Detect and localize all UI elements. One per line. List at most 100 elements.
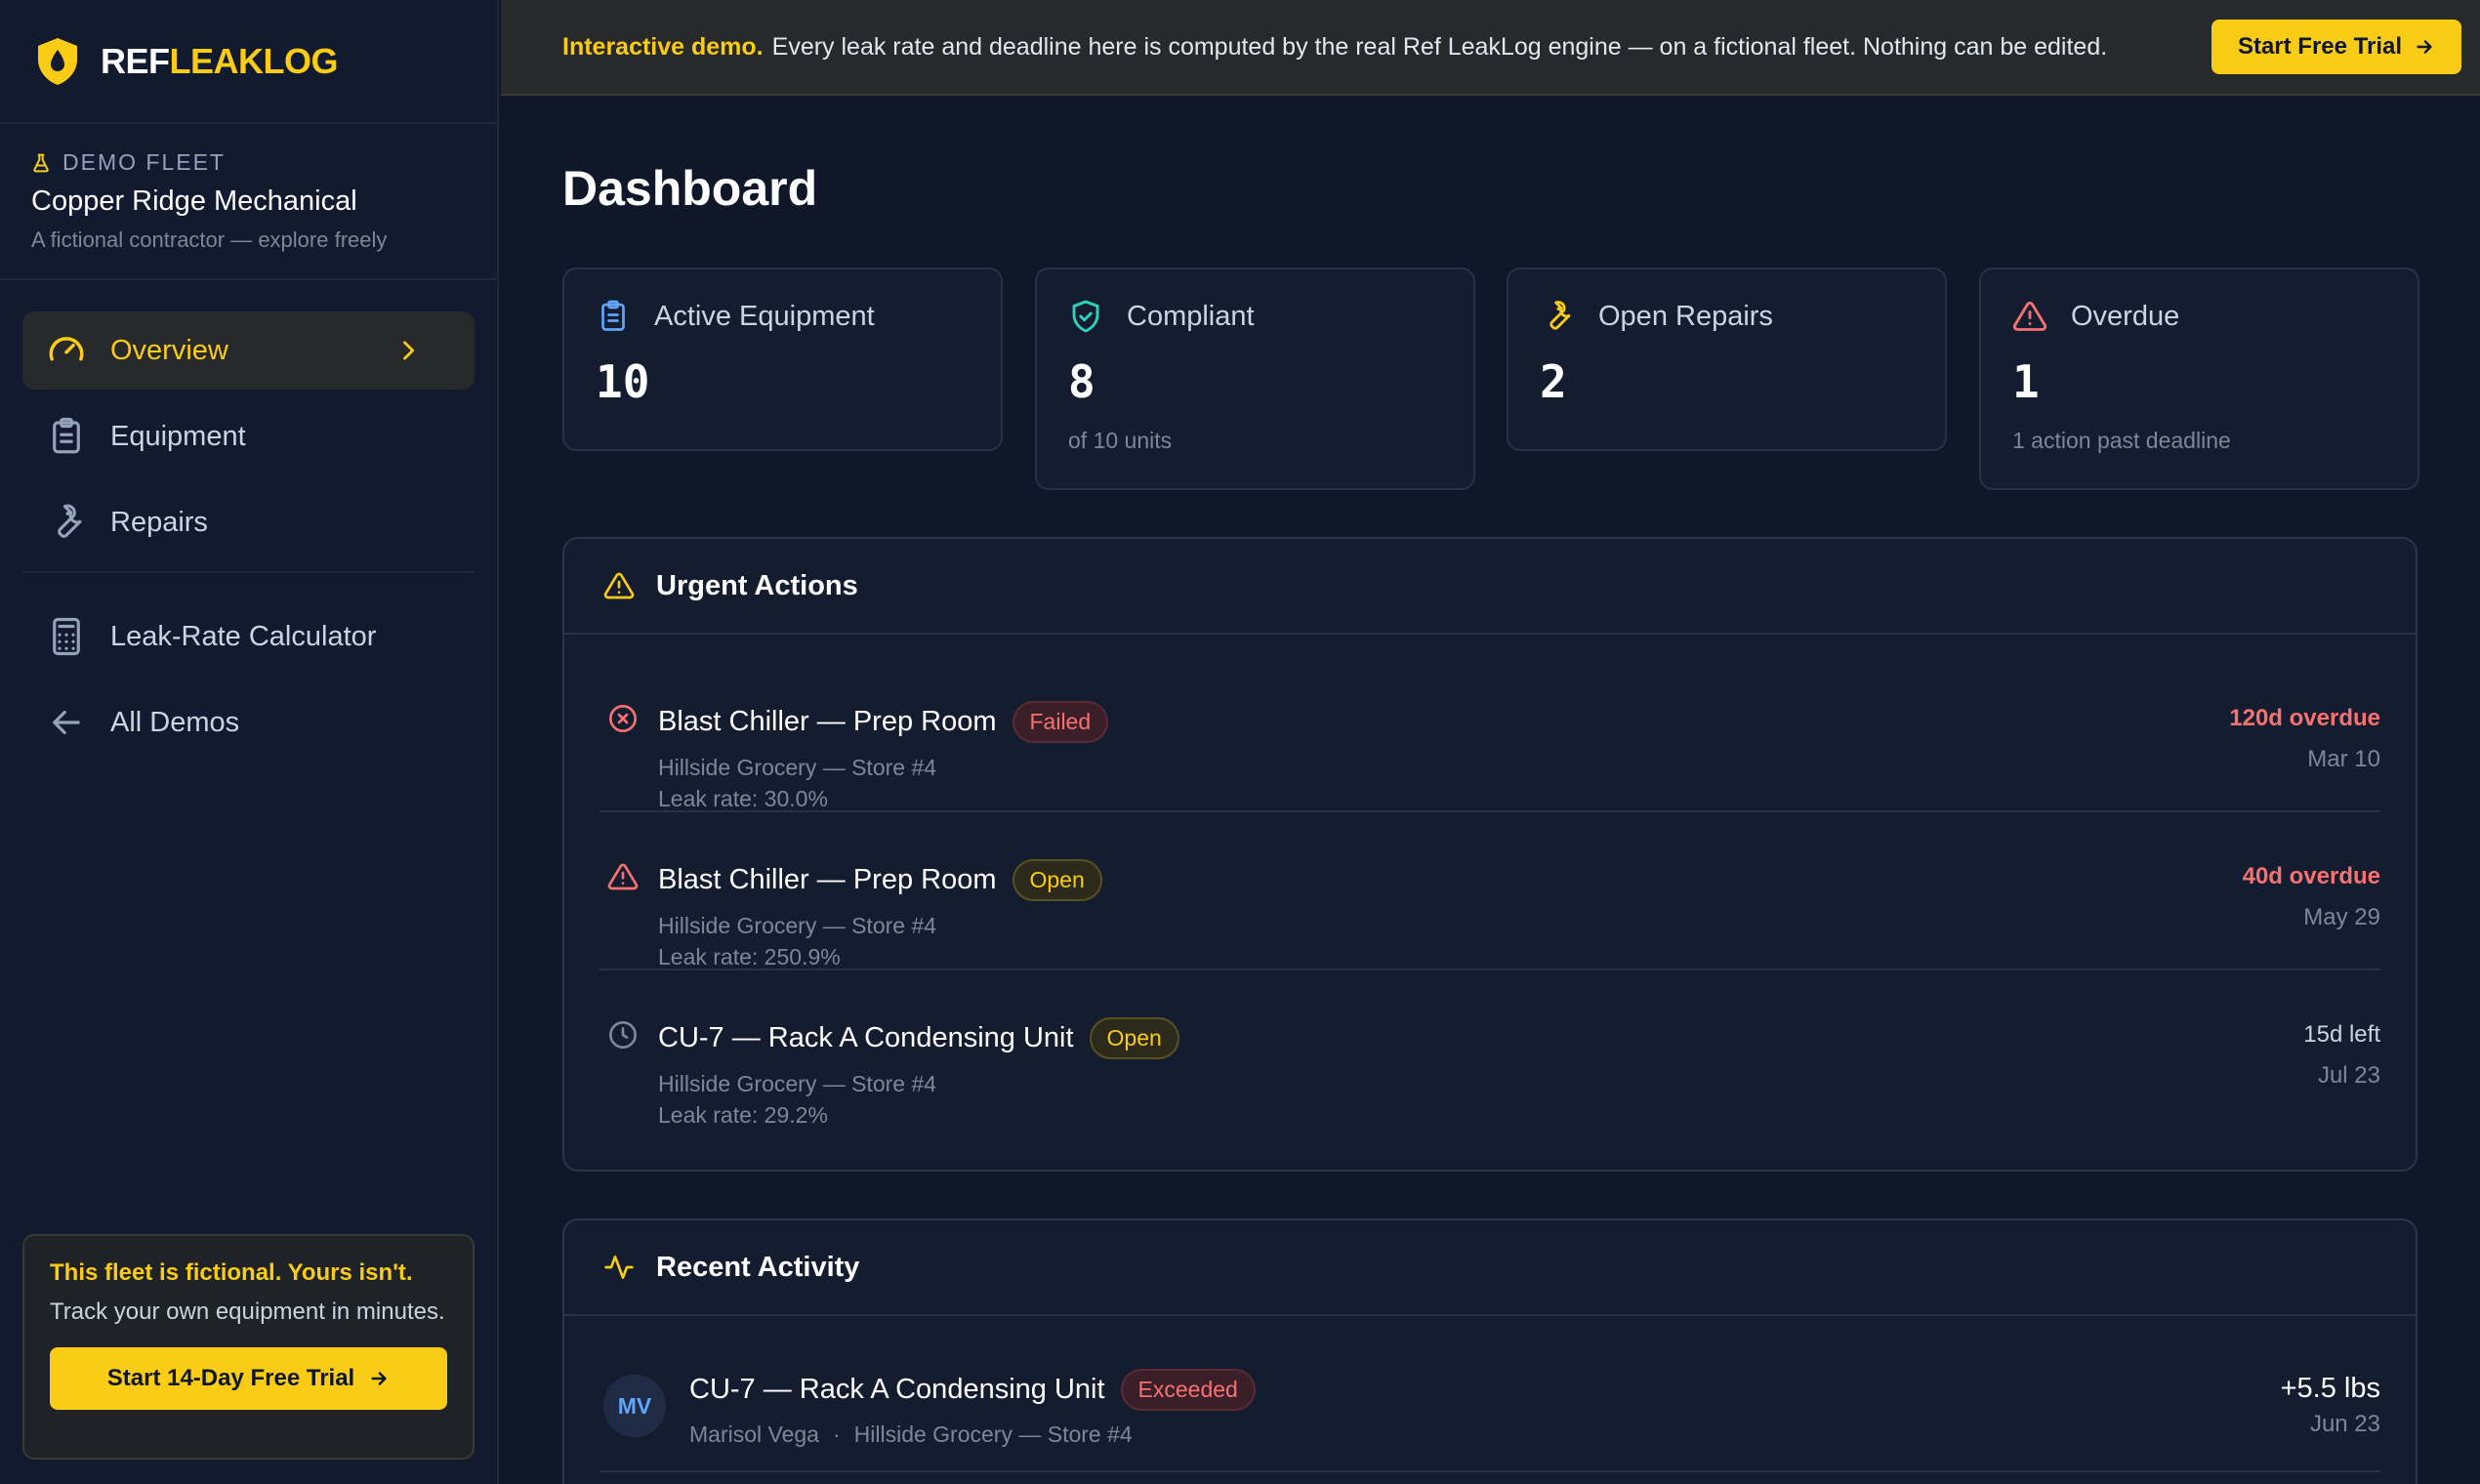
recent-activity-panel: Recent Activity MV CU-7 — Rack A Condens… bbox=[562, 1218, 2418, 1484]
stat-card-open-repairs[interactable]: Open Repairs 2 bbox=[1507, 268, 1947, 451]
clipboard-icon bbox=[46, 416, 110, 457]
stat-value: 1 bbox=[2012, 355, 2040, 408]
nav-divider bbox=[22, 571, 475, 573]
clipboard-icon bbox=[596, 299, 654, 334]
action-title: CU-7 — Rack A Condensing Unit Open bbox=[658, 1017, 1179, 1059]
activity-title: CU-7 — Rack A Condensing Unit Exceeded bbox=[689, 1369, 1256, 1411]
activity-user: Marisol Vega bbox=[689, 1422, 819, 1447]
sidebar-item-label: Overview bbox=[110, 334, 228, 366]
avatar: MV bbox=[603, 1375, 666, 1437]
urgent-action-item[interactable]: Blast Chiller — Prep Room Failed Hillsid… bbox=[599, 654, 2380, 812]
action-title: Blast Chiller — Prep Room Failed bbox=[658, 701, 1109, 743]
alert-triangle-icon bbox=[607, 861, 639, 892]
activity-item[interactable]: MV CU-7 — Rack A Condensing Unit Exceede… bbox=[599, 1316, 2380, 1472]
action-site: Hillside Grocery — Store #4 bbox=[658, 913, 937, 938]
action-deadline: 120d overdue Mar 10 bbox=[2229, 705, 2380, 773]
sidebar-item-label: Leak-Rate Calculator bbox=[110, 620, 377, 652]
action-title-text: Blast Chiller — Prep Room bbox=[658, 864, 997, 895]
banner-text: Every leak rate and deadline here is com… bbox=[771, 32, 2108, 61]
sidebar-item-label: All Demos bbox=[110, 706, 240, 738]
arrow-right-icon bbox=[2402, 36, 2435, 58]
stat-label: Active Equipment bbox=[654, 300, 875, 332]
start-free-trial-button[interactable]: Start Free Trial bbox=[2211, 20, 2461, 74]
sidebar-item-overview[interactable]: Overview bbox=[22, 311, 475, 390]
start-trial-button[interactable]: Start 14-Day Free Trial bbox=[50, 1347, 447, 1410]
action-leak-rate: Leak rate: 250.9% bbox=[658, 944, 841, 969]
urgent-actions-panel: Urgent Actions Blast Chiller — Prep Room… bbox=[562, 537, 2418, 1172]
start-trial-button-label: Start 14-Day Free Trial bbox=[106, 1365, 355, 1391]
activity-meta: Marisol Vega · Hillside Grocery — Store … bbox=[689, 1422, 1133, 1448]
stat-sub: 1 action past deadline bbox=[2012, 428, 2231, 453]
fleet-subtitle: A fictional contractor — explore freely bbox=[31, 227, 388, 252]
action-leak-rate: Leak rate: 29.2% bbox=[658, 1102, 828, 1128]
stats-row: Active Equipment 10 Compliant 8 of 10 un… bbox=[562, 268, 2419, 492]
due-status: 40d overdue bbox=[2242, 863, 2380, 889]
sidebar-item-all-demos[interactable]: All Demos bbox=[22, 683, 475, 762]
sidebar-nav: Overview Equipment Repairs Leak-Rate Cal… bbox=[0, 280, 497, 762]
stat-head: Open Repairs bbox=[1540, 299, 1914, 334]
clock-icon bbox=[607, 1019, 639, 1051]
fleet-tag-label: DEMO FLEET bbox=[62, 149, 226, 175]
banner-strong-text: Interactive demo. bbox=[562, 32, 764, 61]
activity-amount: +5.5 lbs bbox=[2280, 1373, 2380, 1404]
action-title-text: CU-7 — Rack A Condensing Unit bbox=[658, 1022, 1074, 1053]
status-badge: Open bbox=[1089, 1017, 1179, 1059]
activity-date: Jun 23 bbox=[2309, 1411, 2380, 1437]
due-status: 120d overdue bbox=[2229, 705, 2380, 731]
status-badge: Open bbox=[1012, 859, 1102, 901]
due-date: Jul 23 bbox=[2317, 1062, 2380, 1089]
panel-title: Recent Activity bbox=[656, 1251, 860, 1283]
panel-header: Urgent Actions bbox=[564, 539, 2416, 635]
brand-name: REFLEAKLOG bbox=[101, 41, 338, 82]
demo-banner: Interactive demo. Every leak rate and de… bbox=[501, 0, 2480, 96]
action-meta: Hillside Grocery — Store #4 Leak rate: 2… bbox=[658, 910, 936, 972]
action-leak-rate: Leak rate: 30.0% bbox=[658, 786, 828, 811]
stat-card-active-equipment[interactable]: Active Equipment 10 bbox=[562, 268, 1003, 451]
action-meta: Hillside Grocery — Store #4 Leak rate: 2… bbox=[658, 1068, 936, 1131]
chevron-right-icon bbox=[394, 337, 445, 364]
sidebar-item-calculator[interactable]: Leak-Rate Calculator bbox=[22, 598, 475, 676]
sidebar-item-equipment[interactable]: Equipment bbox=[22, 397, 475, 475]
status-badge: Exceeded bbox=[1120, 1369, 1256, 1411]
alert-triangle-icon bbox=[603, 570, 656, 601]
brand-logo[interactable]: REFLEAKLOG bbox=[0, 0, 497, 124]
sidebar-item-label: Repairs bbox=[110, 506, 208, 538]
panel-title: Urgent Actions bbox=[656, 569, 858, 601]
trial-promo-card: This fleet is fictional. Yours isn't. Tr… bbox=[22, 1234, 475, 1460]
activity-title-text: CU-7 — Rack A Condensing Unit bbox=[689, 1374, 1105, 1405]
brand-suffix: LEAKLOG bbox=[169, 40, 339, 81]
status-badge: Failed bbox=[1012, 701, 1109, 743]
activity-pulse-icon bbox=[603, 1252, 656, 1283]
stat-sub: of 10 units bbox=[1068, 428, 1173, 453]
stat-label: Overdue bbox=[2071, 300, 2180, 332]
calculator-icon bbox=[46, 616, 110, 657]
stat-card-overdue[interactable]: Overdue 1 1 action past deadline bbox=[1979, 268, 2419, 490]
due-date: Mar 10 bbox=[2307, 746, 2380, 772]
stat-value: 8 bbox=[1068, 355, 1095, 408]
fleet-tag: DEMO FLEET bbox=[31, 149, 466, 176]
activity-right: +5.5 lbs Jun 23 bbox=[2281, 1373, 2380, 1438]
stat-card-compliant[interactable]: Compliant 8 of 10 units bbox=[1035, 268, 1475, 490]
sidebar: REFLEAKLOG DEMO FLEET Copper Ridge Mecha… bbox=[0, 0, 499, 1484]
action-deadline: 15d left Jul 23 bbox=[2303, 1021, 2380, 1090]
flask-icon bbox=[31, 152, 62, 174]
shield-check-icon bbox=[1068, 299, 1127, 334]
urgent-action-item[interactable]: Blast Chiller — Prep Room Open Hillside … bbox=[599, 812, 2380, 970]
shield-logo-icon bbox=[34, 35, 101, 88]
due-date: May 29 bbox=[2303, 904, 2380, 930]
urgent-action-item[interactable]: CU-7 — Rack A Condensing Unit Open Hills… bbox=[599, 970, 2380, 1129]
stat-head: Compliant bbox=[1068, 299, 1442, 334]
promo-text: Track your own equipment in minutes. bbox=[50, 1298, 445, 1325]
stat-label: Compliant bbox=[1127, 300, 1255, 332]
wrench-icon bbox=[1540, 299, 1598, 334]
fleet-info: DEMO FLEET Copper Ridge Mechanical A fic… bbox=[0, 124, 497, 280]
action-title-text: Blast Chiller — Prep Room bbox=[658, 706, 997, 737]
start-free-trial-label: Start Free Trial bbox=[2237, 33, 2403, 60]
promo-title: This fleet is fictional. Yours isn't. bbox=[50, 1259, 413, 1286]
panel-header: Recent Activity bbox=[564, 1220, 2416, 1316]
gauge-icon bbox=[46, 330, 110, 371]
alert-triangle-icon bbox=[2012, 299, 2071, 334]
sidebar-item-repairs[interactable]: Repairs bbox=[22, 483, 475, 561]
action-title: Blast Chiller — Prep Room Open bbox=[658, 859, 1102, 901]
fleet-name: Copper Ridge Mechanical bbox=[31, 186, 357, 217]
